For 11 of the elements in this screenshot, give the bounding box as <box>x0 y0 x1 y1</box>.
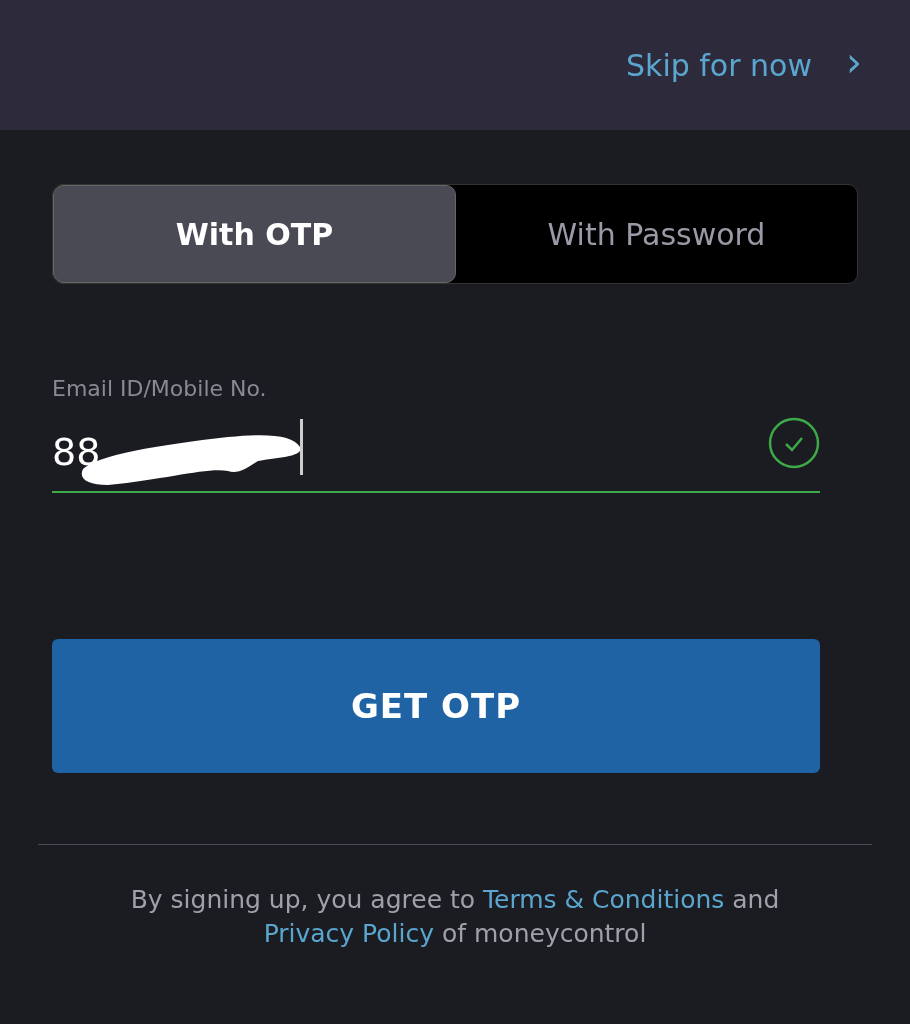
field-label: Email ID/Mobile No. <box>52 376 268 401</box>
chevron-icon[interactable]: › <box>846 42 862 88</box>
terms-text: By signing up, you agree to Terms & Conditions and Privacy Policy of moneycontrol <box>129 884 781 950</box>
login-tab[interactable]: With OTP <box>53 185 456 283</box>
skip-link[interactable]: Skip for now <box>625 47 812 83</box>
get-otp-button[interactable]: GET OTP <box>52 639 820 773</box>
check-circle-icon <box>768 417 820 469</box>
input-field[interactable]: 88 <box>52 413 820 493</box>
login-tab[interactable]: With Password <box>456 185 857 283</box>
terms-link[interactable]: Terms & Conditions <box>483 885 725 914</box>
privacy-link[interactable]: Privacy Policy <box>263 919 434 948</box>
